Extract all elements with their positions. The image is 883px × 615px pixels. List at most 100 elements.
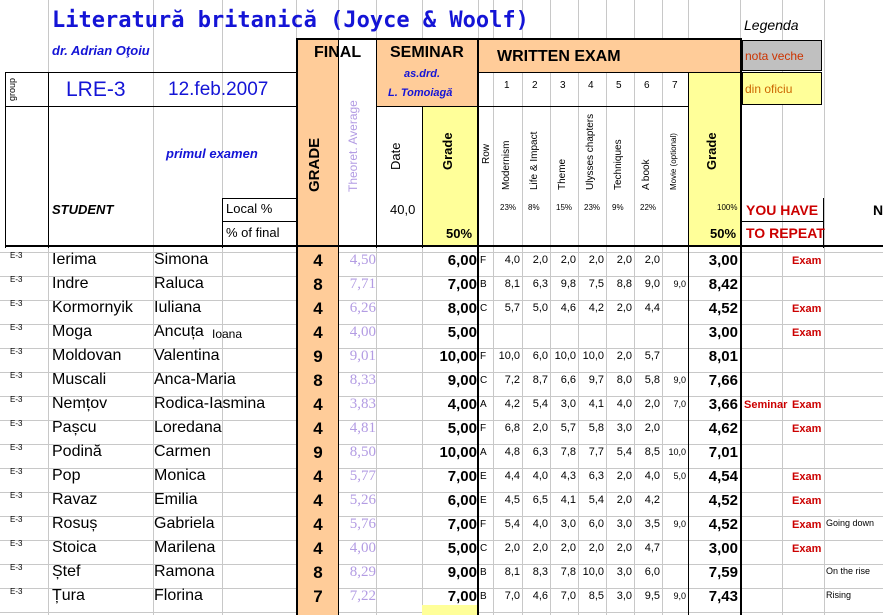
student-first-name: Loredana — [154, 419, 222, 436]
topic-score: 2,0 — [616, 494, 632, 506]
topic-score: 5,4 — [504, 518, 520, 530]
seminar-grade: 5,00 — [447, 420, 477, 437]
topic-weight: 23% — [500, 203, 517, 212]
final-grade: 4 — [313, 515, 323, 534]
student-group: E-3 — [10, 275, 23, 284]
grade-header: GRADE — [306, 137, 323, 192]
seminar-grade: 6,00 — [447, 492, 477, 509]
movie-score: 9,0 — [673, 375, 686, 385]
exam-row: B — [480, 567, 487, 578]
theoretical-average: 7,22 — [349, 588, 376, 604]
topic-score: 2,0 — [644, 398, 660, 410]
topic-score: 2,0 — [644, 254, 660, 266]
repeat-exam-flag: Exam — [792, 255, 822, 267]
student-group: E-3 — [10, 419, 23, 428]
final-grade: 7 — [313, 587, 323, 606]
written-grade: 3,66 — [708, 396, 738, 413]
topic-score: 5,7 — [560, 422, 576, 434]
exam-row: F — [480, 423, 487, 434]
student-last-name: Moga — [52, 323, 93, 340]
topic-score: 4,0 — [504, 254, 520, 266]
topic-score: 4,6 — [560, 302, 576, 314]
student-group: E-3 — [10, 515, 23, 524]
topic-score: 5,8 — [588, 422, 604, 434]
theoretical-average: 3,83 — [349, 396, 376, 412]
topic-score: 5,4 — [532, 398, 548, 410]
topic-score: 8,8 — [616, 278, 632, 290]
final-grade: 8 — [313, 371, 323, 390]
final-grade: 4 — [313, 539, 323, 558]
student-last-name: Țura — [52, 587, 85, 604]
topic-score: 3,0 — [616, 566, 632, 578]
final-grade: 8 — [313, 275, 323, 294]
theoretical-average: 9,01 — [349, 348, 376, 364]
student-group: E-3 — [10, 299, 23, 308]
topic-score: 4,4 — [504, 470, 520, 482]
topic-score: 9,8 — [560, 278, 576, 290]
movie-score: 10,0 — [668, 447, 686, 457]
student-first-name: Iuliana — [154, 299, 202, 316]
student-first-name: Emilia — [154, 491, 198, 508]
student-last-name: Indre — [52, 275, 89, 292]
written-grade: 4,54 — [708, 468, 738, 485]
student-first-name: Ancuța — [154, 323, 204, 340]
seminar-grade: 4,00 — [447, 396, 477, 413]
topic-score: 2,0 — [616, 350, 632, 362]
topic-score: 3,0 — [616, 422, 632, 434]
topic-score: 4,4 — [644, 302, 660, 314]
topic-score: 2,0 — [560, 254, 576, 266]
movie-score: 9,0 — [673, 519, 686, 529]
repeat-exam-flag: Exam — [792, 471, 822, 483]
student-group: E-3 — [10, 563, 23, 572]
topic-score: 5,8 — [644, 374, 660, 386]
seminar-grade: 7,00 — [447, 276, 477, 293]
repeat-exam-flag: Exam — [792, 423, 822, 435]
exam-row: C — [480, 303, 488, 314]
final-grade: 4 — [313, 395, 323, 414]
topic-score: 7,7 — [588, 446, 604, 458]
seminar-header: SEMINAR — [390, 44, 464, 61]
topic-score: 6,0 — [644, 566, 660, 578]
group-label: group — [7, 78, 17, 102]
student-last-name: Pașcu — [52, 419, 97, 436]
final-grade: 4 — [313, 251, 323, 270]
final-grade: 4 — [313, 323, 323, 342]
topic-label: Modernism — [501, 140, 512, 190]
student-first-name: Ramona — [154, 563, 215, 580]
student-first-name: Rodica-Iasmina — [154, 395, 266, 412]
topic-score: 6,5 — [532, 494, 548, 506]
topic-score: 5,4 — [588, 494, 604, 506]
topic-number: 3 — [560, 80, 566, 91]
row-header: Row — [481, 143, 492, 164]
legend-title: Legenda — [744, 17, 799, 33]
exam-row: A — [480, 447, 487, 458]
topic-score: 4,3 — [560, 470, 576, 482]
topic-score: 5,7 — [644, 350, 660, 362]
theoretical-average: 5,26 — [349, 492, 376, 508]
group-code: LRE-3 — [66, 78, 126, 101]
topic-label: Life & Impact — [529, 131, 540, 190]
student-last-name: Ravaz — [52, 491, 98, 508]
topic-score: 6,0 — [532, 350, 548, 362]
topic-score: 4,0 — [532, 518, 548, 530]
final-grade: 4 — [313, 491, 323, 510]
topic-score: 2,0 — [588, 542, 604, 554]
student-last-name: Podină — [52, 443, 102, 460]
repeat-exam-flag: Exam — [792, 303, 822, 315]
topic-score: 8,3 — [532, 566, 548, 578]
topic-score: 3,0 — [616, 590, 632, 602]
topic-score: 2,0 — [504, 542, 520, 554]
trend-note: Rising — [826, 590, 852, 600]
final-header: FINAL — [314, 44, 362, 61]
student-first-name: Monica — [154, 467, 206, 484]
student-first-name: Simona — [154, 251, 209, 268]
exam-row: C — [480, 375, 488, 386]
topic-number: 2 — [532, 80, 538, 91]
written-grade: 3,00 — [708, 324, 738, 341]
seminar-grade-header: Grade — [440, 132, 455, 170]
topic-score: 9,5 — [644, 590, 660, 602]
topic-score: 2,0 — [616, 302, 632, 314]
student-last-name: Nemțov — [52, 395, 108, 412]
student-first-name: Raluca — [154, 275, 204, 292]
topic-score: 9,0 — [644, 278, 660, 290]
